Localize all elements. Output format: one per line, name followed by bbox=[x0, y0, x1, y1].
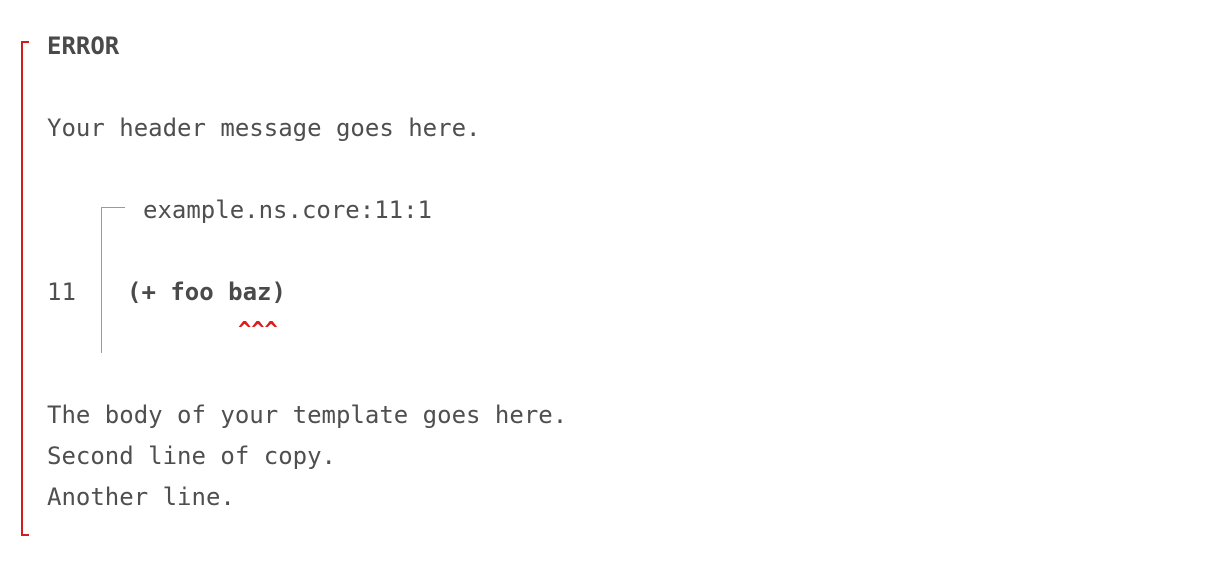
code-snippet: (+ foo baz) bbox=[127, 278, 286, 306]
header-message: Your header message goes here. bbox=[47, 114, 481, 142]
source-location: example.ns.core:11:1 bbox=[143, 196, 432, 224]
error-caret-marker: ^^^ bbox=[238, 318, 278, 343]
body-line: The body of your template goes here. bbox=[47, 401, 568, 429]
error-bracket bbox=[21, 41, 29, 536]
body-line: Another line. bbox=[47, 483, 235, 511]
error-label: ERROR bbox=[47, 32, 120, 60]
line-number: 11 bbox=[47, 278, 76, 306]
body-line: Second line of copy. bbox=[47, 442, 336, 470]
code-frame-line bbox=[101, 207, 125, 353]
